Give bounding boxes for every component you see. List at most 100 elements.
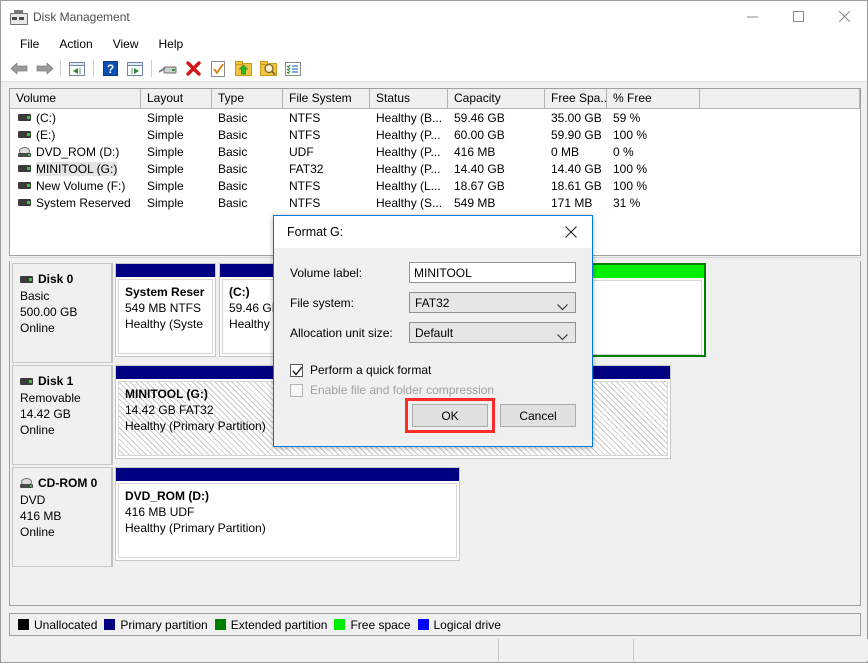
cell-pct: 100 %	[613, 127, 648, 142]
partition-block[interactable]: DVD_ROM (D:) 416 MB UDF Healthy (Primary P…	[115, 467, 460, 561]
cell-status: Healthy (P...	[376, 161, 441, 176]
disk-management-icon	[10, 9, 28, 25]
menu-file[interactable]: File	[10, 34, 49, 54]
table-row[interactable]: (C:) Simple Basic NTFS Healthy (B... 59.46 GB…	[10, 109, 860, 126]
menu-action[interactable]: Action	[49, 34, 102, 54]
allocation-unit-size-select[interactable]: Default	[409, 322, 576, 343]
file-system-row: File system: FAT32	[290, 292, 576, 313]
table-row[interactable]: System Reserved Simple Basic NTFS Healthy (S…	[10, 194, 860, 211]
volume-list-header: Volume Layout Type File System Status Ca…	[10, 89, 860, 109]
disk-state: Online	[20, 321, 55, 335]
disk-type: Basic	[20, 289, 50, 303]
menu-help[interactable]: Help	[149, 34, 194, 54]
legend: Unallocated Primary partition Extended par…	[9, 613, 861, 636]
volume-name: DVD_ROM (D:)	[36, 144, 120, 159]
legend-item: Free space	[334, 618, 411, 632]
forward-arrow-icon[interactable]	[32, 58, 56, 80]
cancel-button[interactable]: Cancel	[500, 404, 576, 427]
ok-button[interactable]: OK	[412, 404, 488, 427]
cell-free: 59.90 GB	[551, 127, 602, 142]
cell-pct: 59 %	[613, 110, 641, 125]
status-pane-1	[2, 639, 499, 661]
maximize-icon[interactable]	[775, 1, 821, 32]
minimize-icon[interactable]	[729, 1, 775, 32]
delete-icon[interactable]	[181, 58, 205, 80]
enable-compression-label: Enable file and folder compression	[310, 383, 495, 397]
cell-volume: (C:)	[10, 111, 141, 125]
volume-name: MINITOOL (G:)	[36, 161, 118, 176]
partition-block[interactable]: System Reser 549 MB NTFS Healthy (Syste	[115, 263, 216, 357]
column-header-filler	[700, 89, 860, 109]
cell-capacity: 416 MB	[454, 144, 496, 159]
format-dialog: Format G: Volume label: File system: FAT…	[273, 215, 593, 447]
cell-free: 14.40 GB	[551, 161, 602, 176]
help-icon[interactable]: ?	[98, 58, 122, 80]
partition-details: System Reser 549 MB NTFS Healthy (Syste	[118, 279, 213, 354]
volume-list-body: (C:) Simple Basic NTFS Healthy (B... 59.46 GB…	[10, 109, 860, 211]
dialog-title: Format G:	[287, 225, 344, 239]
cell-free: 0 MB	[551, 144, 580, 159]
legend-label: Extended partition	[230, 617, 328, 632]
cell-type: Basic	[218, 127, 248, 142]
hard-drive-icon	[20, 275, 33, 283]
legend-swatch	[104, 619, 116, 630]
cell-fs: NTFS	[289, 127, 321, 142]
column-header-volume[interactable]: Volume	[10, 89, 141, 109]
close-icon[interactable]	[821, 1, 867, 32]
column-header-status[interactable]: Status	[370, 89, 448, 109]
file-system-select[interactable]: FAT32	[409, 292, 576, 313]
disk-info-panel[interactable]: Disk 1 Removable 14.42 GB Online	[12, 365, 113, 465]
partition-label: System Reser	[125, 285, 205, 299]
close-icon[interactable]	[550, 217, 592, 248]
column-header-file-system[interactable]: File System	[283, 89, 370, 109]
partition-area: DVD_ROM (D:) 416 MB UDF Healthy (Primary P…	[113, 467, 858, 567]
list-view-icon[interactable]	[281, 58, 305, 80]
up-one-level-icon[interactable]	[65, 58, 89, 80]
show-hide-console-tree-icon[interactable]	[123, 58, 147, 80]
volume-name: System Reserved	[36, 195, 131, 210]
disk-size: 416 MB	[20, 509, 62, 523]
column-header-layout[interactable]: Layout	[141, 89, 212, 109]
cell-fs: UDF	[289, 144, 314, 159]
disk-info-panel[interactable]: Disk 0 Basic 500.00 GB Online	[12, 263, 113, 363]
column-header-type[interactable]: Type	[212, 89, 283, 109]
table-row[interactable]: (E:) Simple Basic NTFS Healthy (P... 60.00 GB…	[10, 126, 860, 143]
back-arrow-icon[interactable]	[7, 58, 31, 80]
legend-item: Logical drive	[417, 618, 501, 632]
disk-management-window: Disk Management File Action View Help ? …	[0, 0, 868, 663]
toolbar-separator	[60, 60, 61, 77]
table-row[interactable]: DVD_ROM (D:) Simple Basic UDF Healthy (P... 4…	[10, 143, 860, 160]
cell-type: Basic	[218, 178, 248, 193]
rescan-disks-icon[interactable]	[256, 58, 280, 80]
hard-drive-icon	[18, 199, 31, 206]
legend-item: Primary partition	[104, 618, 208, 632]
legend-label: Unallocated	[34, 617, 98, 632]
disk-info-panel[interactable]: CD-ROM 0 DVD 416 MB Online	[12, 467, 113, 567]
hard-drive-icon	[18, 165, 31, 172]
column-header-capacity[interactable]: Capacity	[448, 89, 545, 109]
cell-capacity: 14.40 GB	[454, 161, 505, 176]
volume-label-input[interactable]	[409, 262, 576, 283]
quick-format-checkbox[interactable]	[290, 363, 303, 377]
legend-swatch	[214, 619, 226, 630]
dialog-body: Volume label: File system: FAT32 Allocat…	[274, 248, 592, 397]
volume-name: New Volume (F:)	[36, 178, 126, 193]
menu-view[interactable]: View	[103, 34, 149, 54]
column-header-free-space[interactable]: Free Spa...	[545, 89, 607, 109]
partition-size-fs: 416 MB UDF	[125, 505, 195, 519]
chevron-down-icon	[557, 300, 568, 314]
properties-icon[interactable]	[206, 58, 230, 80]
cell-pct: 100 %	[613, 178, 648, 193]
cell-fs: NTFS	[289, 178, 321, 193]
cell-capacity: 549 MB	[454, 195, 496, 210]
new-volume-icon[interactable]	[231, 58, 255, 80]
disk-properties-icon[interactable]	[156, 58, 180, 80]
table-row[interactable]: New Volume (F:) Simple Basic NTFS Healthy (L…	[10, 177, 860, 194]
column-header-percent-free[interactable]: % Free	[607, 89, 700, 109]
cell-layout: Simple	[147, 161, 184, 176]
cell-volume: (E:)	[10, 128, 141, 142]
quick-format-row[interactable]: Perform a quick format	[290, 363, 576, 377]
partition-details: DVD_ROM (D:) 416 MB UDF Healthy (Primary P…	[118, 483, 457, 558]
table-row[interactable]: MINITOOL (G:) Simple Basic FAT32 Healthy (P.…	[10, 160, 860, 177]
dialog-title-bar: Format G:	[274, 216, 592, 248]
